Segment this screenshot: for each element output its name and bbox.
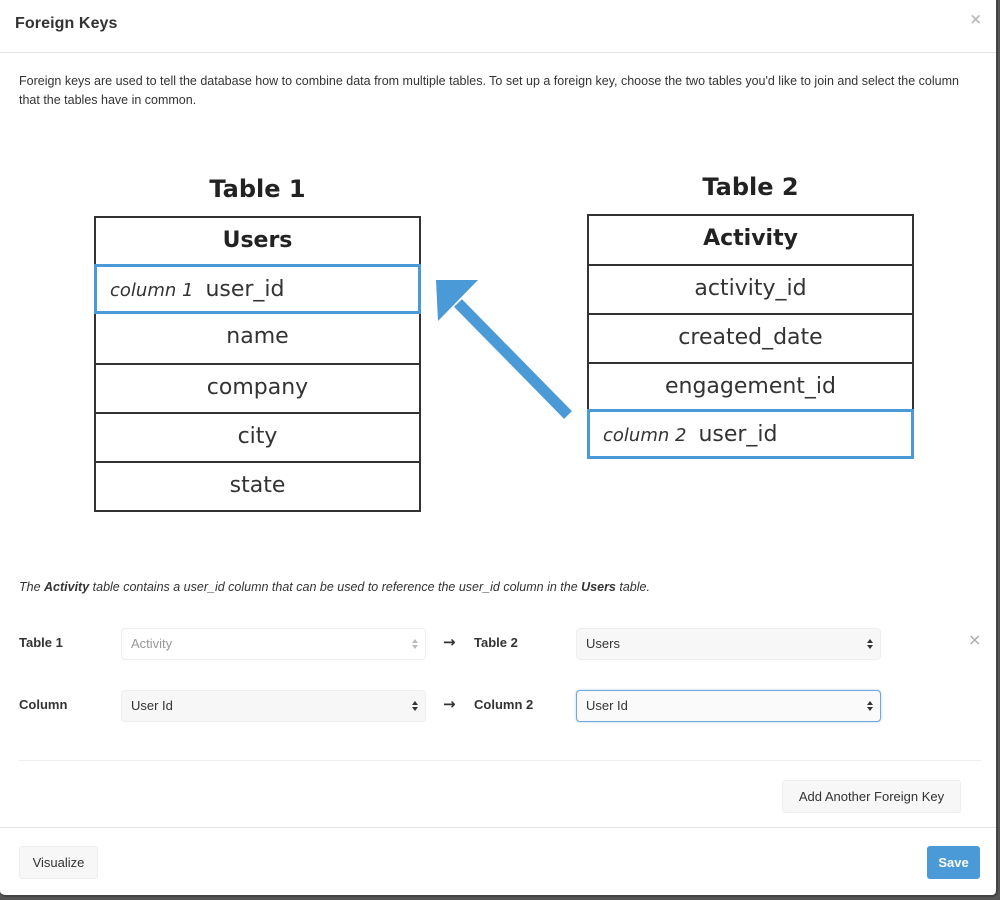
table1-row: state (96, 461, 419, 510)
explanation-part: The (19, 580, 45, 594)
column2-label: Column 2 (474, 697, 534, 712)
table1-row: city (96, 412, 419, 461)
visualize-button[interactable]: Visualize (19, 846, 98, 879)
diagram-table-users: Users column 1 user_id name company city … (94, 216, 421, 512)
diagram-table-activity: Activity activity_id created_date engage… (587, 214, 914, 459)
table2-highlight-row: column 2 user_id (587, 409, 914, 459)
column1-value: user_id (205, 277, 285, 302)
table1-select-value: Activity (131, 636, 173, 651)
column-select-value: User Id (131, 698, 173, 713)
explanation-table-activity: Activity (44, 580, 90, 594)
select-caret-icon (411, 638, 419, 652)
explanation-table-users: Users (581, 580, 616, 594)
column1-tag: column 1 (110, 280, 194, 301)
table1-select[interactable]: Activity (121, 628, 426, 660)
table1-row: company (96, 363, 419, 412)
explanation-part: table. (615, 580, 650, 594)
column2-value: user_id (698, 422, 778, 447)
close-icon[interactable]: × (969, 12, 982, 27)
column2-select-value: User Id (586, 698, 628, 713)
table2-row: activity_id (589, 264, 912, 313)
modal-title: Foreign Keys (15, 15, 118, 32)
footer-divider (0, 827, 996, 828)
intro-text: Foreign keys are used to tell the databa… (19, 74, 959, 107)
table2-row: created_date (589, 313, 912, 362)
foreign-keys-modal: Foreign Keys × Foreign keys are used to … (0, 0, 998, 897)
table1-highlight-row: column 1 user_id (94, 264, 421, 314)
table1-caption: Table 1 (209, 175, 306, 203)
column-select[interactable]: User Id (121, 690, 426, 722)
modal-header: Foreign Keys × (0, 0, 996, 53)
column2-tag: column 2 (603, 425, 687, 446)
explanation-text: The Activity table contains a user_id co… (19, 580, 650, 594)
select-caret-icon (411, 700, 419, 714)
select-caret-icon (866, 638, 874, 652)
table1-name: Users (222, 228, 293, 253)
section-divider (19, 760, 981, 761)
table1-row: name (226, 324, 289, 349)
explanation-part: table contains a user_id column that can… (89, 580, 582, 594)
column-label: Column (19, 697, 68, 712)
arrow-right-icon: → (443, 695, 456, 713)
add-another-foreign-key-button[interactable]: Add Another Foreign Key (782, 780, 961, 813)
table1-label: Table 1 (19, 635, 63, 650)
table2-name: Activity (703, 226, 798, 251)
column2-select[interactable]: User Id (576, 690, 881, 722)
select-caret-icon (866, 700, 874, 714)
table2-select-value: Users (586, 636, 620, 651)
arrow-right-icon: → (443, 633, 456, 651)
table2-caption: Table 2 (702, 173, 799, 201)
remove-row-icon[interactable]: × (968, 630, 981, 649)
table2-select[interactable]: Users (576, 628, 881, 660)
table2-label: Table 2 (474, 635, 518, 650)
save-button[interactable]: Save (927, 846, 980, 879)
join-arrow-icon (436, 280, 572, 419)
table2-row: engagement_id (589, 362, 912, 411)
